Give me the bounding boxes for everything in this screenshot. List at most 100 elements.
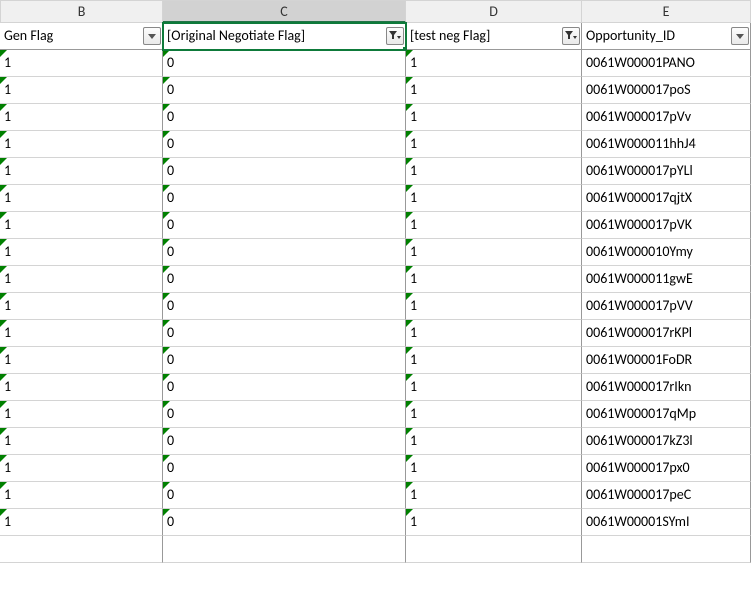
- cell[interactable]: [406, 536, 582, 563]
- cell[interactable]: 1: [406, 320, 582, 347]
- cell[interactable]: 0061W000017peC: [582, 482, 751, 509]
- field-header[interactable]: [test neg Flag]: [406, 23, 582, 50]
- column-header-e[interactable]: E: [582, 0, 751, 23]
- cell[interactable]: 0: [163, 266, 406, 293]
- cell[interactable]: 0: [163, 131, 406, 158]
- cell[interactable]: 1: [0, 266, 163, 293]
- cell[interactable]: 0061W000017pVv: [582, 104, 751, 131]
- cell[interactable]: 0: [163, 50, 406, 77]
- fill-handle[interactable]: [402, 46, 406, 50]
- filter-dropdown-icon[interactable]: [731, 27, 749, 45]
- cell-value: 1: [4, 378, 11, 395]
- cell-value: 0061W000017pVv: [586, 108, 691, 125]
- cell[interactable]: 0: [163, 293, 406, 320]
- cell[interactable]: 1: [0, 401, 163, 428]
- cell-value: 1: [410, 324, 417, 341]
- cell[interactable]: 0: [163, 212, 406, 239]
- cell[interactable]: 1: [406, 374, 582, 401]
- cell[interactable]: 1: [406, 482, 582, 509]
- cell[interactable]: 0061W000017kZ3l: [582, 428, 751, 455]
- cell[interactable]: 1: [406, 185, 582, 212]
- cell[interactable]: 1: [406, 77, 582, 104]
- cell[interactable]: 0061W00001PANO: [582, 50, 751, 77]
- cell[interactable]: 1: [406, 428, 582, 455]
- cell[interactable]: 0061W000017pYLl: [582, 158, 751, 185]
- cell[interactable]: 0: [163, 104, 406, 131]
- cell[interactable]: 1: [0, 293, 163, 320]
- cell[interactable]: 0061W000017rIkn: [582, 374, 751, 401]
- cell[interactable]: 0: [163, 374, 406, 401]
- cell[interactable]: 0: [163, 185, 406, 212]
- cell-value: 1: [4, 297, 11, 314]
- cell[interactable]: 1: [406, 509, 582, 536]
- cell[interactable]: 0061W00001SYmI: [582, 509, 751, 536]
- cell-value: 0: [167, 108, 174, 125]
- cell[interactable]: 0: [163, 401, 406, 428]
- field-header[interactable]: Opportunity_ID: [582, 23, 751, 50]
- cell-value: 1: [410, 405, 417, 422]
- cell[interactable]: 0061W000017rKPl: [582, 320, 751, 347]
- cell[interactable]: 1: [0, 347, 163, 374]
- cell[interactable]: [163, 536, 406, 563]
- cell[interactable]: 1: [406, 104, 582, 131]
- cell[interactable]: 1: [0, 50, 163, 77]
- cell[interactable]: 0061W000017pVV: [582, 293, 751, 320]
- cell[interactable]: 0061W00001FoDR: [582, 347, 751, 374]
- cell[interactable]: 1: [406, 158, 582, 185]
- cell[interactable]: 1: [406, 50, 582, 77]
- cell[interactable]: 1: [406, 401, 582, 428]
- cell-value: 1: [4, 432, 11, 449]
- cell[interactable]: 0061W000017poS: [582, 77, 751, 104]
- cell[interactable]: 0061W000017px0: [582, 455, 751, 482]
- cell[interactable]: 1: [406, 131, 582, 158]
- cell[interactable]: 1: [406, 347, 582, 374]
- cell[interactable]: 0: [163, 482, 406, 509]
- filter-dropdown-icon[interactable]: [143, 27, 161, 45]
- cell[interactable]: 0061W000017qMp: [582, 401, 751, 428]
- cell[interactable]: 1: [406, 239, 582, 266]
- cell[interactable]: 1: [406, 212, 582, 239]
- filter-active-icon[interactable]: [386, 27, 404, 45]
- field-header[interactable]: Gen Flag: [0, 23, 163, 50]
- cell[interactable]: 1: [0, 77, 163, 104]
- cell[interactable]: 0: [163, 347, 406, 374]
- cell[interactable]: 0: [163, 428, 406, 455]
- cell[interactable]: [0, 536, 163, 563]
- cell-value: 0: [167, 324, 174, 341]
- cell[interactable]: 1: [0, 482, 163, 509]
- cell[interactable]: 1: [0, 158, 163, 185]
- cell[interactable]: 1: [0, 320, 163, 347]
- column-header-d[interactable]: D: [406, 0, 582, 23]
- cell[interactable]: 0: [163, 455, 406, 482]
- cell[interactable]: 0: [163, 320, 406, 347]
- cell[interactable]: 1: [0, 131, 163, 158]
- cell[interactable]: 0061W000017pVK: [582, 212, 751, 239]
- cell[interactable]: 0061W000011hhJ4: [582, 131, 751, 158]
- cell[interactable]: 0: [163, 509, 406, 536]
- cell[interactable]: 0: [163, 77, 406, 104]
- cell[interactable]: 0: [163, 239, 406, 266]
- cell[interactable]: 1: [406, 266, 582, 293]
- cell-value: 1: [4, 405, 11, 422]
- cell[interactable]: 1: [0, 428, 163, 455]
- cell-value: 0061W000017qMp: [586, 405, 696, 422]
- cell[interactable]: 1: [0, 212, 163, 239]
- filter-active-icon[interactable]: [562, 27, 580, 45]
- cell[interactable]: 1: [0, 509, 163, 536]
- column-header-b[interactable]: B: [0, 0, 163, 23]
- column-header-c[interactable]: C: [163, 0, 406, 23]
- cell[interactable]: [582, 536, 751, 563]
- cell[interactable]: 0: [163, 158, 406, 185]
- cell[interactable]: 1: [0, 104, 163, 131]
- cell[interactable]: 1: [406, 293, 582, 320]
- cell[interactable]: 1: [406, 455, 582, 482]
- cell[interactable]: 0061W000011gwE: [582, 266, 751, 293]
- cell[interactable]: 0061W000017qjtX: [582, 185, 751, 212]
- cell[interactable]: 1: [0, 185, 163, 212]
- cell[interactable]: 1: [0, 374, 163, 401]
- cell-value: 0061W000017pYLl: [586, 162, 693, 179]
- cell[interactable]: 1: [0, 455, 163, 482]
- cell[interactable]: 1: [0, 239, 163, 266]
- field-header[interactable]: [Original Negotiate Flag]: [163, 23, 406, 50]
- cell[interactable]: 0061W000010Ymy: [582, 239, 751, 266]
